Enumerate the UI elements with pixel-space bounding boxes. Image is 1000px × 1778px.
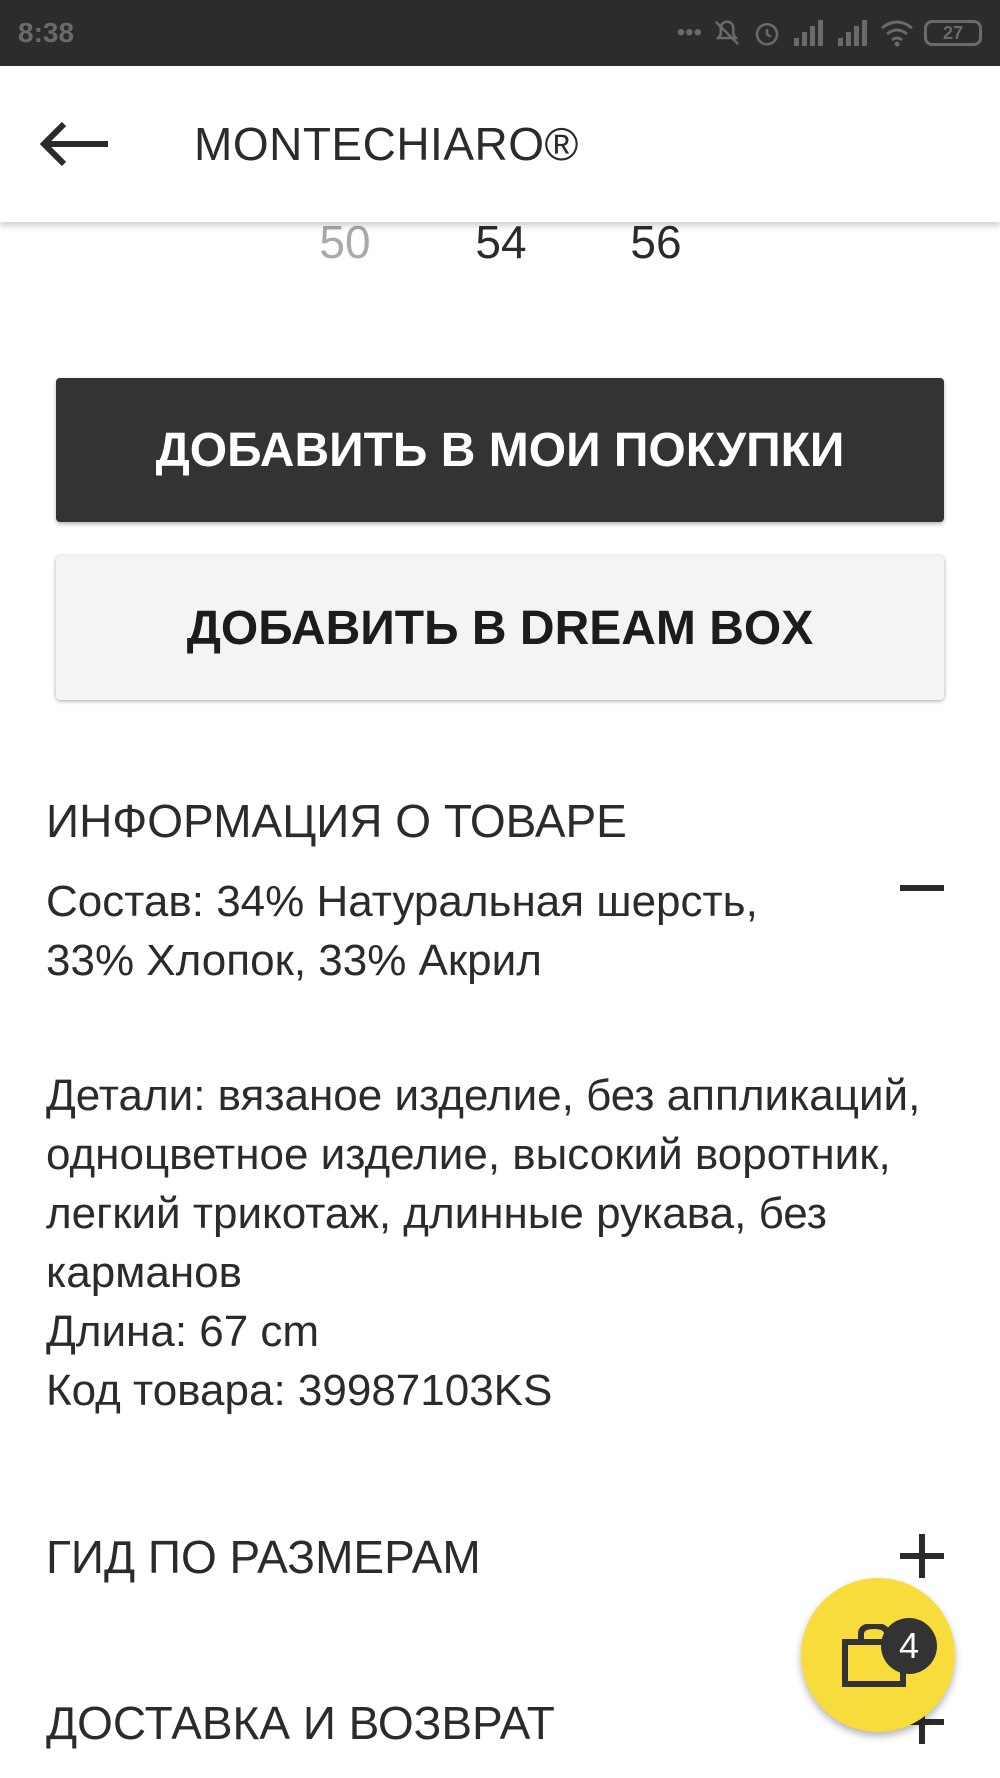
expand-size-guide-button[interactable] [900,1534,944,1578]
size-option-50[interactable]: 50 [300,215,390,269]
size-guide-title[interactable]: ГИД ПО РАЗМЕРАМ [46,1530,481,1584]
battery-icon: 27 [924,20,982,46]
product-info-title[interactable]: ИНФОРМАЦИЯ О ТОВАРЕ [46,794,627,848]
signal-icon [792,20,826,46]
collapse-product-info-button[interactable] [900,866,944,910]
add-to-cart-button[interactable]: ДОБАВИТЬ В МОИ ПОКУПКИ [56,378,944,522]
size-selector: 50 54 56 [0,215,1000,275]
app-bar: MONTECHIARO® [0,66,1000,222]
product-length: Длина: 67 cm [46,1307,320,1356]
back-button[interactable] [38,94,148,194]
status-time: 8:38 [18,17,75,48]
status-bar: 8:38 ••• 27 [0,0,1000,66]
size-option-56[interactable]: 56 [611,215,701,269]
size-option-54[interactable]: 54 [456,215,546,269]
plus-icon [919,1534,925,1578]
mute-icon [712,18,742,48]
cart-fab-button[interactable]: 4 [801,1578,955,1732]
page-title: MONTECHIARO® [194,118,579,170]
product-details: Детали: вязаное изделие, без аппликаций,… [46,1071,921,1297]
dots-icon: ••• [676,19,702,46]
status-icons: ••• 27 [677,18,982,48]
signal-icon-2 [836,20,870,46]
alarm-icon [752,18,782,48]
add-to-dreambox-button[interactable]: ДОБАВИТЬ В DREAM BOX [56,556,944,700]
cart-count-badge: 4 [881,1618,937,1674]
minus-icon [900,885,944,891]
arrow-left-icon [39,121,108,167]
product-code: Код товара: 39987103KS [46,1366,553,1415]
product-composition: Состав: 34% Натуральная шерсть, 33% Хлоп… [46,877,758,985]
wifi-icon [880,19,914,47]
delivery-title[interactable]: ДОСТАВКА И ВОЗВРАТ [46,1696,555,1750]
